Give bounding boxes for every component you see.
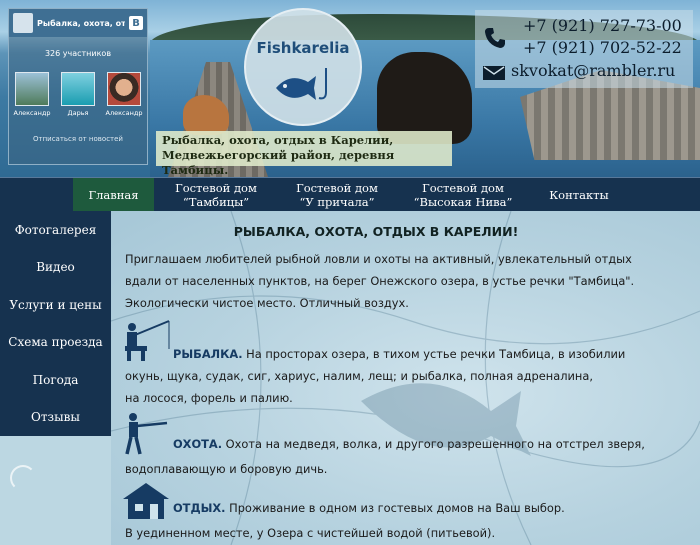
nav-label: Контакты bbox=[549, 188, 609, 202]
header-caption: Рыбалка, охота, отдых в Карелии, Медвежь… bbox=[156, 131, 452, 177]
vk-members-list: Александр Дарья Александр bbox=[9, 72, 147, 117]
nav-label: “Высокая Нива” bbox=[413, 195, 513, 209]
header-banner: Рыбалка, охота, от... B 326 участников А… bbox=[0, 0, 700, 177]
nav-label: “У причала” bbox=[299, 195, 375, 209]
sidebar-item-photogallery[interactable]: Фотогалерея bbox=[0, 211, 111, 249]
main-navigation: Главная Гостевой дом “Тамбицы” Гостевой … bbox=[0, 177, 700, 212]
sidebar-item-video[interactable]: Видео bbox=[0, 249, 111, 287]
vk-member[interactable]: Александр bbox=[104, 72, 144, 117]
intro-line: вдали от населенных пунктов, на берег Он… bbox=[125, 274, 635, 288]
vk-group-widget: Рыбалка, охота, от... B 326 участников А… bbox=[8, 8, 148, 165]
fish-hook-icon bbox=[276, 68, 327, 100]
vk-group-name[interactable]: Рыбалка, охота, от... bbox=[37, 19, 125, 28]
hunting-line: водоплавающую и боровую дичь. bbox=[125, 462, 328, 476]
vk-members-count[interactable]: 326 участников bbox=[9, 49, 147, 58]
fishing-heading: РЫБАЛКА. bbox=[173, 347, 243, 361]
fishing-line: на лосося, форель и палию. bbox=[125, 391, 293, 405]
vk-group-avatar[interactable] bbox=[13, 13, 33, 33]
nav-label: Главная bbox=[88, 188, 139, 202]
vk-member-name[interactable]: Дарья bbox=[58, 109, 98, 117]
phone-number[interactable]: +7 (921) 702-52-22 bbox=[523, 38, 682, 57]
vk-member[interactable]: Дарья bbox=[58, 72, 98, 117]
site-logo[interactable]: Fishkarelia bbox=[244, 8, 362, 126]
nav-item-home[interactable]: Главная bbox=[73, 178, 154, 212]
contacts-block: +7 (921) 727-73-00 +7 (921) 702-52-22 sk… bbox=[475, 10, 693, 88]
caption-line: Рыбалка, охота, отдых в Карелии, bbox=[162, 133, 394, 147]
rest-heading: ОТДЫХ. bbox=[173, 501, 226, 515]
house-icon bbox=[123, 483, 169, 519]
vk-member-name[interactable]: Александр bbox=[104, 109, 144, 117]
fishing-paragraph: РЫБАЛКА. На просторах озера, в тихом уст… bbox=[173, 343, 625, 365]
rest-text: Проживание в одном из гостевых домов на … bbox=[225, 501, 565, 515]
rest-paragraph: ОТДЫХ. Проживание в одном из гостевых до… bbox=[173, 497, 565, 519]
intro-line: Экологически чистое место. Отличный возд… bbox=[125, 296, 409, 310]
nav-label: Гостевой дом bbox=[175, 181, 257, 195]
avatar[interactable] bbox=[107, 72, 141, 106]
dog-image bbox=[183, 95, 229, 135]
sidebar-item-route-map[interactable]: Схема проезда bbox=[0, 324, 111, 362]
sidebar-item-reviews[interactable]: Отзывы bbox=[0, 399, 111, 437]
email-link[interactable]: skvokat@rambler.ru bbox=[511, 61, 675, 80]
vk-member[interactable]: Александр bbox=[12, 72, 52, 117]
nav-label: “Тамбицы” bbox=[182, 195, 250, 209]
main-content: РЫБАЛКА, ОХОТА, ОТДЫХ В КАРЕЛИИ! Приглаш… bbox=[111, 211, 700, 545]
vk-widget-header: Рыбалка, охота, от... B bbox=[9, 9, 147, 37]
hunter-icon bbox=[125, 413, 168, 455]
rest-line: В уединенном месте, у Озера с чистейшей … bbox=[125, 526, 496, 540]
vk-unsubscribe-link[interactable]: Отписаться от новостей bbox=[9, 135, 147, 143]
sidebar-navigation: Фотогалерея Видео Услуги и цены Схема пр… bbox=[0, 211, 111, 436]
vk-logo-icon[interactable]: B bbox=[129, 16, 143, 30]
caption-line: Медвежьегорский район, деревня Тамбицы. bbox=[162, 148, 395, 177]
phone-number[interactable]: +7 (921) 727-73-00 bbox=[523, 16, 682, 35]
fishing-line: окунь, щука, судак, сиг, хариус, налим, … bbox=[125, 369, 593, 383]
avatar[interactable] bbox=[15, 72, 49, 106]
hunting-text: Охота на медведя, волка, и другого разре… bbox=[222, 437, 645, 451]
sidebar-item-weather[interactable]: Погода bbox=[0, 361, 111, 399]
fishing-text: На просторах озера, в тихом устье речки … bbox=[242, 347, 626, 361]
hunting-paragraph: ОХОТА. Охота на медведя, волка, и другог… bbox=[173, 433, 645, 455]
sidebar-item-services-prices[interactable]: Услуги и цены bbox=[0, 286, 111, 324]
logo-text: Fishkarelia bbox=[256, 39, 350, 57]
page-title: РЫБАЛКА, ОХОТА, ОТДЫХ В КАРЕЛИИ! bbox=[233, 224, 519, 239]
loading-spinner-icon bbox=[10, 465, 36, 491]
nav-item-vysokaya-niva-house[interactable]: Гостевой дом “Высокая Нива” bbox=[404, 178, 522, 212]
intro-line: Приглашаем любителей рыбной ловли и охот… bbox=[125, 252, 632, 266]
nav-item-contacts[interactable]: Контакты bbox=[534, 178, 624, 212]
avatar[interactable] bbox=[61, 72, 95, 106]
nav-item-tambitsy-house[interactable]: Гостевой дом “Тамбицы” bbox=[162, 178, 270, 212]
envelope-icon bbox=[483, 66, 505, 80]
hunting-heading: ОХОТА. bbox=[173, 437, 223, 451]
vk-member-name[interactable]: Александр bbox=[12, 109, 52, 117]
phone-icon bbox=[485, 28, 505, 48]
nav-label: Гостевой дом bbox=[422, 181, 504, 195]
nav-item-u-prichala-house[interactable]: Гостевой дом “У причала” bbox=[282, 178, 392, 212]
fisherman-icon bbox=[125, 320, 170, 361]
nav-label: Гостевой дом bbox=[296, 181, 378, 195]
